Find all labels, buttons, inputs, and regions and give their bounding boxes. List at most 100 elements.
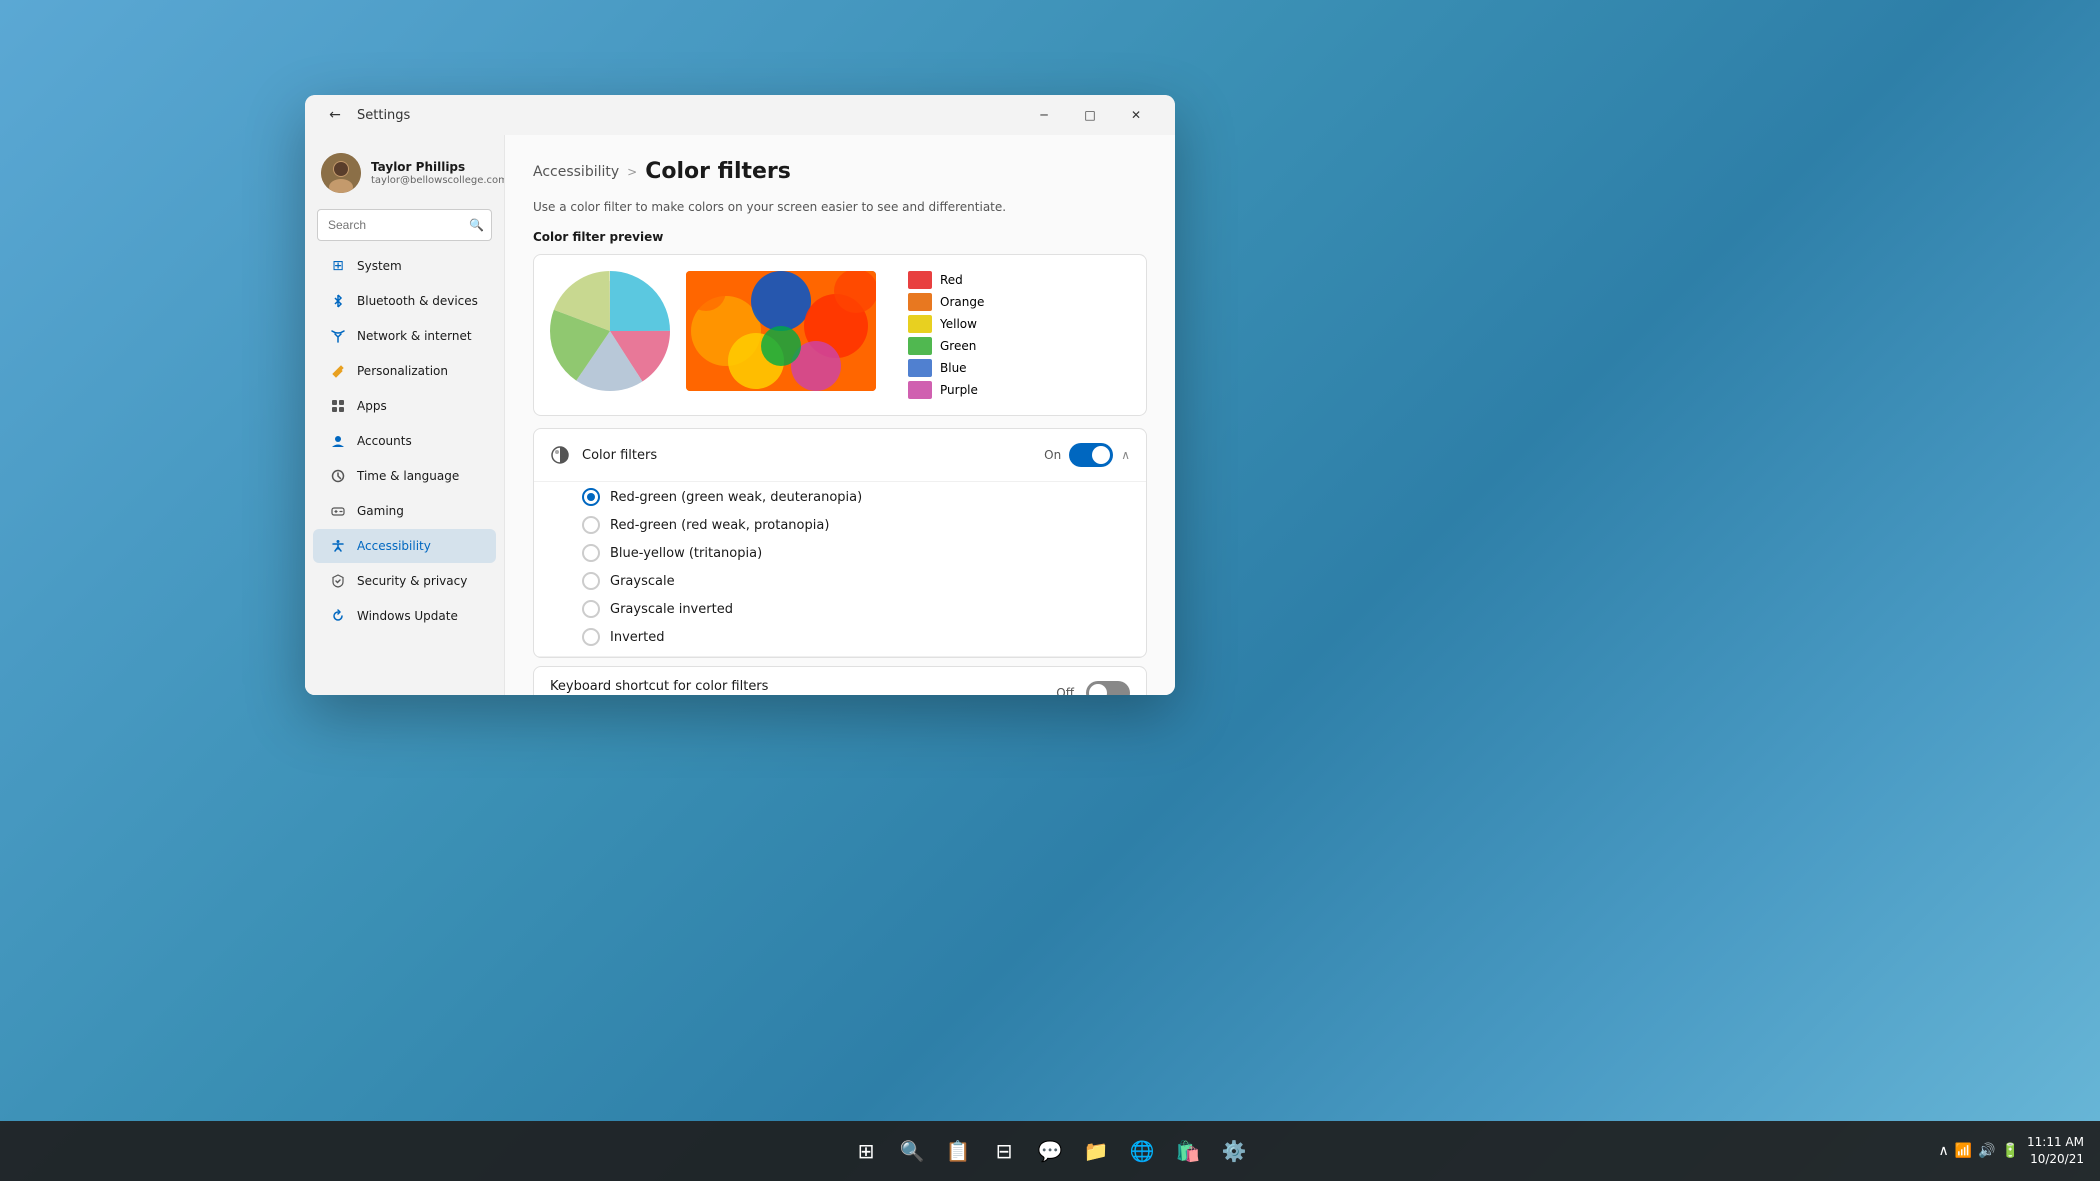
page-description: Use a color filter to make colors on you… (533, 200, 1147, 214)
breadcrumb-parent[interactable]: Accessibility (533, 164, 619, 180)
preview-label: Color filter preview (533, 230, 1147, 244)
taskbar-taskview[interactable]: 📋 (938, 1131, 978, 1171)
legend-label: Orange (940, 295, 984, 309)
taskbar-widgets[interactable]: ⊟ (984, 1131, 1024, 1171)
avatar (321, 153, 361, 193)
settings-window: ← Settings ─ □ ✕ Taylor Phillips (305, 95, 1175, 695)
color-filters-right: On ∧ (1044, 443, 1130, 467)
system-tray: ∧ 📶 🔊 🔋 (1938, 1143, 2019, 1159)
legend-item: Red (908, 271, 1130, 289)
nav-icon-apps (329, 397, 347, 415)
sidebar-item-bluetooth[interactable]: Bluetooth & devices (313, 284, 496, 318)
legend-swatch (908, 381, 932, 399)
radio-options: Red-green (green weak, deuteranopia) Red-… (534, 482, 1146, 657)
legend-swatch (908, 293, 932, 311)
taskbar-center: ⊞ 🔍 📋 ⊟ 💬 📁 🌐 🛍️ ⚙️ (846, 1131, 1254, 1171)
taskbar-search[interactable]: 🔍 (892, 1131, 932, 1171)
nav-icon-system: ⊞ (329, 257, 347, 275)
nav-label-time: Time & language (357, 469, 459, 483)
minimize-button[interactable]: ─ (1021, 99, 1067, 131)
radio-circle (582, 572, 600, 590)
nav-label-gaming: Gaming (357, 504, 404, 518)
sidebar-item-apps[interactable]: Apps (313, 389, 496, 423)
color-filters-toggle-label: On (1044, 448, 1061, 462)
main-content: Accessibility > Color filters Use a colo… (505, 135, 1175, 695)
sidebar-item-update[interactable]: Windows Update (313, 599, 496, 633)
keyboard-shortcut-toggle[interactable] (1086, 681, 1130, 695)
radio-label: Red-green (green weak, deuteranopia) (610, 490, 862, 505)
nav-label-network: Network & internet (357, 329, 472, 343)
taskbar-settings[interactable]: ⚙️ (1214, 1131, 1254, 1171)
nav-icon-bluetooth (329, 292, 347, 310)
preview-card: RedOrangeYellowGreenBluePurple (533, 254, 1147, 416)
user-info: Taylor Phillips taylor@bellowscollege.co… (371, 160, 505, 187)
taskbar-time-display: 11:11 AM (2027, 1134, 2084, 1151)
taskbar-start[interactable]: ⊞ (846, 1131, 886, 1171)
color-legend: RedOrangeYellowGreenBluePurple (908, 271, 1130, 399)
legend-label: Yellow (940, 317, 977, 331)
color-filters-toggle[interactable] (1069, 443, 1113, 467)
sidebar-item-network[interactable]: Network & internet (313, 319, 496, 353)
nav-icon-accounts (329, 432, 347, 450)
search-input[interactable] (317, 209, 492, 241)
taskbar-teams[interactable]: 💬 (1030, 1131, 1070, 1171)
back-button[interactable]: ← (321, 101, 349, 129)
legend-label: Red (940, 273, 963, 287)
breadcrumb: Accessibility > Color filters (533, 159, 1147, 184)
radio-option-inverted[interactable]: Inverted (582, 628, 1130, 646)
nav-label-update: Windows Update (357, 609, 458, 623)
radio-option-protanopia[interactable]: Red-green (red weak, protanopia) (582, 516, 1130, 534)
keyboard-shortcut-row: Keyboard shortcut for color filters Pres… (534, 667, 1146, 695)
radio-option-grayscale[interactable]: Grayscale (582, 572, 1130, 590)
taskbar-datetime[interactable]: 11:11 AM 10/20/21 (2027, 1134, 2084, 1168)
close-button[interactable]: ✕ (1113, 99, 1159, 131)
nav-icon-gaming (329, 502, 347, 520)
color-filters-row: Color filters On ∧ (534, 429, 1146, 482)
sidebar: Taylor Phillips taylor@bellowscollege.co… (305, 135, 505, 695)
taskbar-store[interactable]: 🛍️ (1168, 1131, 1208, 1171)
nav-icon-update (329, 607, 347, 625)
radio-option-tritanopia[interactable]: Blue-yellow (tritanopia) (582, 544, 1130, 562)
wifi-icon: 📶 (1955, 1143, 1972, 1159)
radio-circle (582, 488, 600, 506)
radio-label: Red-green (red weak, protanopia) (610, 518, 829, 533)
search-box: 🔍 (317, 209, 492, 241)
nav-label-accounts: Accounts (357, 434, 412, 448)
sidebar-item-time[interactable]: Time & language (313, 459, 496, 493)
radio-option-deuteranopia[interactable]: Red-green (green weak, deuteranopia) (582, 488, 1130, 506)
keyboard-toggle-label: Off (1056, 686, 1074, 695)
taskbar-edge[interactable]: 🌐 (1122, 1131, 1162, 1171)
radio-circle (582, 516, 600, 534)
sidebar-item-gaming[interactable]: Gaming (313, 494, 496, 528)
chevron-tray[interactable]: ∧ (1938, 1143, 1948, 1159)
color-filters-card: Color filters On ∧ Red-green (green weak… (533, 428, 1147, 658)
legend-item: Blue (908, 359, 1130, 377)
radio-label: Grayscale inverted (610, 602, 733, 617)
pie-chart-container (550, 271, 670, 395)
taskbar-date-display: 10/20/21 (2027, 1151, 2084, 1168)
legend-swatch (908, 315, 932, 333)
keyboard-shortcut-sublabel: Press the Windows + Ctrl + C keys to tur… (550, 694, 1044, 695)
nav-icon-personalization (329, 362, 347, 380)
radio-circle (582, 600, 600, 618)
legend-swatch (908, 359, 932, 377)
window-controls: ─ □ ✕ (1021, 99, 1159, 131)
nav-list: ⊞SystemBluetooth & devices Network & inte… (305, 249, 504, 633)
nav-icon-accessibility (329, 537, 347, 555)
taskbar-explorer[interactable]: 📁 (1076, 1131, 1116, 1171)
sidebar-item-security[interactable]: Security & privacy (313, 564, 496, 598)
sidebar-item-accessibility[interactable]: Accessibility (313, 529, 496, 563)
radio-circle (582, 628, 600, 646)
sidebar-item-system[interactable]: ⊞System (313, 249, 496, 283)
keyboard-shortcut-label: Keyboard shortcut for color filters (550, 679, 1044, 694)
sidebar-item-personalization[interactable]: Personalization (313, 354, 496, 388)
sidebar-item-accounts[interactable]: Accounts (313, 424, 496, 458)
legend-label: Green (940, 339, 976, 353)
nav-icon-time (329, 467, 347, 485)
legend-item: Green (908, 337, 1130, 355)
radio-option-grayscale_inverted[interactable]: Grayscale inverted (582, 600, 1130, 618)
maximize-button[interactable]: □ (1067, 99, 1113, 131)
taskbar: ⊞ 🔍 📋 ⊟ 💬 📁 🌐 🛍️ ⚙️ ∧ 📶 🔊 🔋 11:11 AM 10/… (0, 1121, 2100, 1181)
flower-image (686, 271, 876, 391)
nav-label-apps: Apps (357, 399, 387, 413)
